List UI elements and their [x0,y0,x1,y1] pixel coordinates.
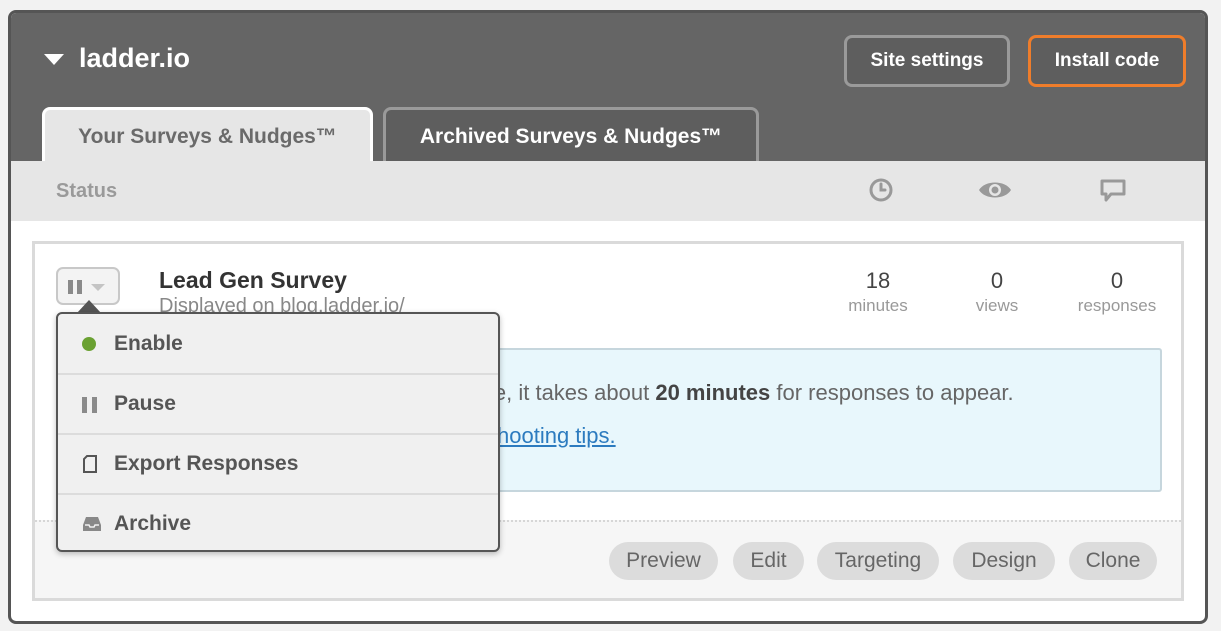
stat-label: minutes [848,296,908,315]
menu-item-enable[interactable]: Enable [58,314,498,374]
menu-item-label: Pause [114,392,176,415]
design-button[interactable]: Design [953,542,1055,580]
edit-button[interactable]: Edit [733,542,804,580]
collapse-caret-icon[interactable] [44,54,64,65]
status-dropdown-menu: Enable Pause Export Responses Archive [56,312,500,552]
tab-your-surveys[interactable]: Your Surveys & Nudges™ [42,107,373,163]
info-emphasis: 20 minutes [655,380,771,405]
menu-item-archive[interactable]: Archive [58,493,498,553]
pause-icon [82,397,98,413]
stat-minutes: 18 minutes [823,268,933,316]
document-icon [83,455,97,473]
stat-value: 18 [865,268,891,293]
stat-value: 0 [1110,268,1124,293]
menu-item-label: Export Responses [114,452,299,475]
stat-views: 0 views [942,268,1052,316]
targeting-button[interactable]: Targeting [817,542,939,580]
green-dot-icon [82,337,96,351]
site-name[interactable]: ladder.io [79,43,190,74]
menu-item-pause[interactable]: Pause [58,373,498,433]
menu-item-label: Archive [114,512,192,535]
survey-title[interactable]: Lead Gen Survey [159,267,347,294]
inbox-icon [83,517,101,531]
stat-responses: 0 responses [1062,268,1172,316]
clone-button[interactable]: Clone [1069,542,1157,580]
status-column-label: Status [56,180,118,202]
tab-archived-surveys[interactable]: Archived Surveys & Nudges™ [383,107,759,163]
speech-bubble-icon [1100,179,1126,202]
site-settings-button[interactable]: Site settings [844,35,1010,87]
info-message: le, it takes about 20 minutes for respon… [489,380,1014,406]
status-header-bar: Status [11,161,1205,221]
stat-label: responses [1077,296,1157,315]
menu-item-export-responses[interactable]: Export Responses [58,433,498,493]
stat-label: views [975,296,1019,315]
site-header: ladder.io Site settings Install code You… [11,13,1205,163]
menu-item-label: Enable [114,332,183,355]
clock-icon [869,178,893,202]
troubleshooting-link[interactable]: hooting tips. [497,423,616,449]
stat-value: 0 [990,268,1004,293]
preview-button[interactable]: Preview [609,542,718,580]
info-text: le, it takes about [489,380,656,405]
eye-icon [979,182,1011,198]
info-text-end: for responses to appear. [770,380,1014,405]
chevron-down-icon [91,284,105,291]
pause-icon [68,280,84,294]
install-code-button[interactable]: Install code [1028,35,1186,87]
